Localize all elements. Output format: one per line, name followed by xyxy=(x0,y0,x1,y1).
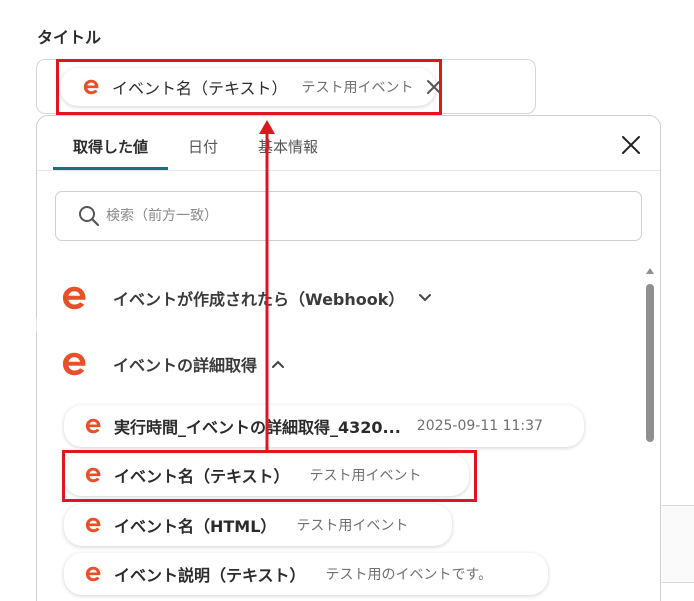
eventbrite-e-icon xyxy=(85,467,101,483)
value-item[interactable]: 実行時間_イベントの詳細取得_4320... 2025-09-11 11:37 xyxy=(64,405,584,447)
eventbrite-e-icon xyxy=(83,79,99,95)
scrollbar-thumb[interactable] xyxy=(646,284,654,442)
chevron-down-icon xyxy=(419,294,432,302)
value-item[interactable]: イベント名（HTML） テスト用イベント xyxy=(64,504,452,546)
tab-acquired-values[interactable]: 取得した値 xyxy=(53,116,169,170)
divider xyxy=(36,318,37,332)
item-value: テスト用イベント xyxy=(309,468,422,484)
group-label: イベントの詳細取得 xyxy=(113,356,258,375)
close-icon[interactable] xyxy=(426,79,442,95)
item-label: イベント説明（テキスト） xyxy=(114,566,306,585)
search-input-box[interactable] xyxy=(55,191,642,241)
background-panel-edge xyxy=(662,505,694,583)
item-value: 2025-09-11 11:37 xyxy=(416,418,543,434)
selected-value-chip[interactable]: イベント名（テキスト） テスト用イベント xyxy=(60,68,441,106)
tabs-divider xyxy=(37,170,660,171)
chevron-up-icon xyxy=(272,360,285,368)
scroll-up-arrow-icon[interactable] xyxy=(645,266,655,276)
search-icon xyxy=(79,206,100,227)
scrollbar[interactable] xyxy=(645,266,655,601)
value-item[interactable]: イベント名（テキスト） テスト用イベント xyxy=(64,454,469,496)
eventbrite-e-icon xyxy=(62,352,86,376)
close-icon[interactable] xyxy=(620,134,642,156)
eventbrite-e-icon xyxy=(85,566,101,582)
group-event-details[interactable]: イベントの詳細取得 xyxy=(57,347,285,381)
eventbrite-e-icon xyxy=(85,418,101,434)
selected-chip-label: イベント名（テキスト） xyxy=(112,79,288,98)
field-label: タイトル xyxy=(37,28,102,47)
tab-basic-info[interactable]: 基本情報 xyxy=(238,116,338,170)
tab-bar: 取得した値 日付 基本情報 xyxy=(53,116,338,170)
search-input[interactable] xyxy=(106,208,586,224)
group-webhook-trigger[interactable]: イベントが作成されたら（Webhook） xyxy=(57,281,432,315)
item-label: イベント名（テキスト） xyxy=(114,467,290,486)
item-value: テスト用のイベントです。 xyxy=(325,567,493,583)
item-label: 実行時間_イベントの詳細取得_4320... xyxy=(114,418,401,437)
selected-chip-value: テスト用イベント xyxy=(301,80,414,96)
group-label: イベントが作成されたら（Webhook） xyxy=(113,290,405,309)
item-value: テスト用イベント xyxy=(296,518,409,534)
item-label: イベント名（HTML） xyxy=(114,517,277,536)
eventbrite-e-icon xyxy=(62,286,86,310)
eventbrite-e-icon xyxy=(85,517,101,533)
tab-date[interactable]: 日付 xyxy=(168,116,238,170)
value-item[interactable]: イベント説明（テキスト） テスト用のイベントです。 xyxy=(64,553,548,595)
